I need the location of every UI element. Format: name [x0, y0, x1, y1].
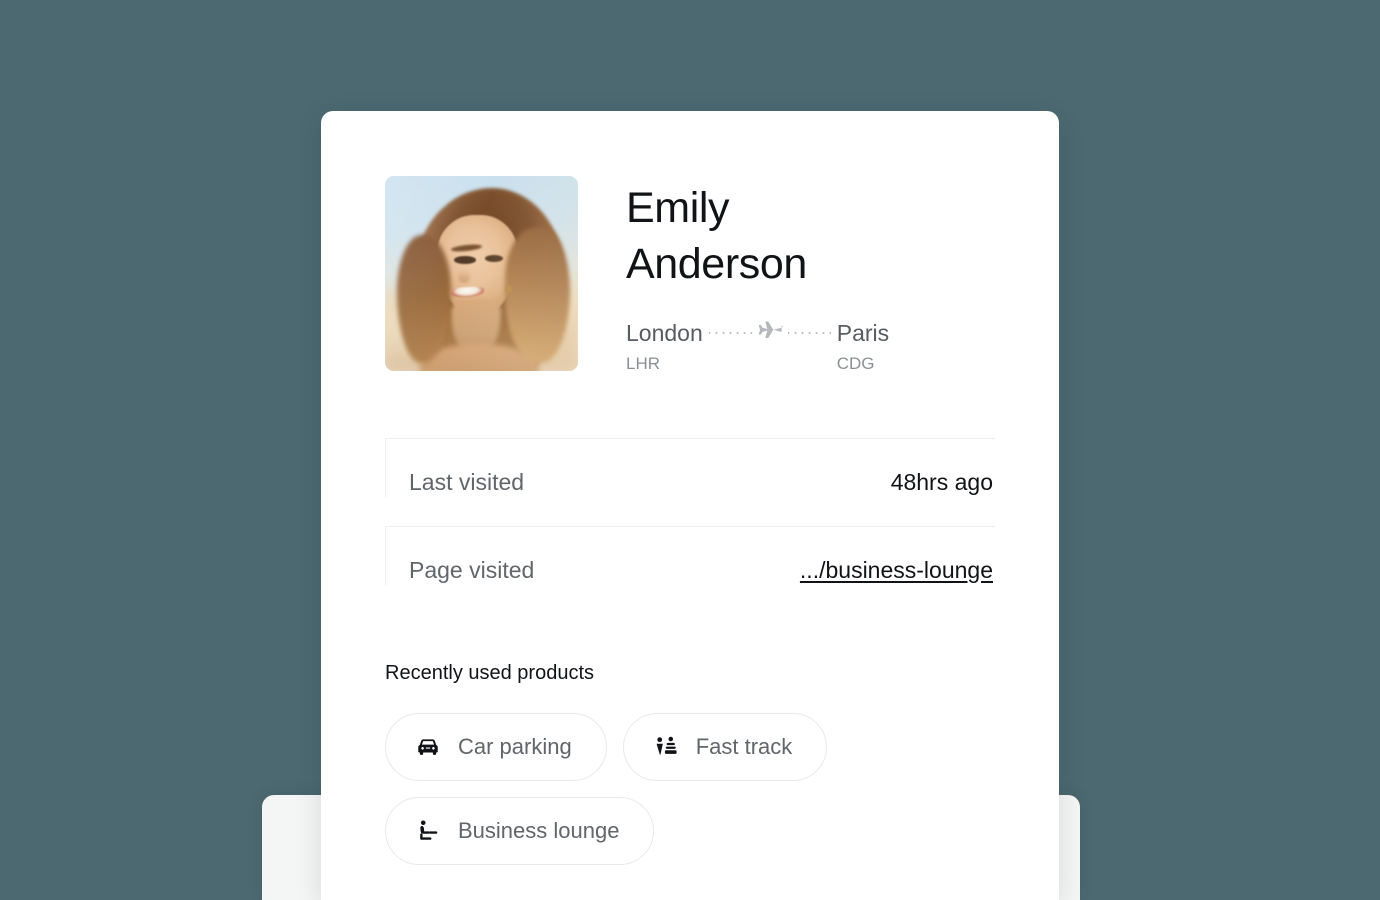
route-destination: Paris CDG: [837, 318, 889, 376]
product-chip-fast-track[interactable]: Fast track: [622, 713, 828, 781]
route-origin: London LHR: [626, 318, 703, 376]
product-chip-business-lounge[interactable]: Business lounge: [385, 797, 655, 865]
avatar: [385, 176, 578, 371]
car-icon: [414, 733, 442, 761]
destination-city: Paris: [836, 320, 890, 346]
products-title: Recently used products: [385, 662, 595, 684]
traveller-profile-card: Emily Anderson London LHR Paris CDG Last…: [321, 111, 1059, 900]
product-chip-label: Business lounge: [458, 818, 620, 843]
route-dots-left: [708, 332, 752, 334]
details-list: Last visited 48hrs ago Page visited .../…: [385, 438, 995, 614]
detail-label: Page visited: [409, 557, 535, 583]
product-chip-list: Car parking Fast track Business lounge: [385, 713, 995, 865]
card-content: Emily Anderson London LHR Paris CDG Last…: [321, 111, 1059, 865]
product-chip-label: Fast track: [695, 734, 793, 759]
detail-value: 48hrs ago: [890, 469, 993, 495]
product-chip-car-parking[interactable]: Car parking: [385, 713, 607, 781]
screen: Emily Anderson London LHR Paris CDG Last…: [0, 0, 1380, 900]
detail-row-page-visited: Page visited .../business-lounge: [385, 526, 995, 614]
page-visited-link[interactable]: .../business-lounge: [800, 557, 993, 584]
detail-row-last-visited: Last visited 48hrs ago: [385, 438, 995, 526]
identity-block: Emily Anderson London LHR Paris CDG: [626, 176, 889, 376]
flight-route: London LHR Paris CDG: [626, 318, 889, 376]
detail-label: Last visited: [409, 469, 525, 495]
destination-code: CDG: [836, 354, 875, 373]
avatar-light-wash: [385, 176, 578, 371]
route-path: [703, 318, 837, 348]
origin-code: LHR: [626, 354, 661, 373]
fast-track-people-icon: [652, 733, 680, 761]
airplane-icon: [758, 321, 783, 339]
origin-city: London: [626, 320, 703, 346]
profile-header: Emily Anderson London LHR Paris CDG: [385, 176, 995, 376]
route-dots-right: [787, 332, 831, 334]
person-name: Emily Anderson: [626, 184, 807, 288]
reclining-seat-icon: [414, 817, 442, 845]
recently-used-products: Recently used products Car parking Fast …: [385, 662, 995, 865]
product-chip-label: Car parking: [458, 734, 572, 759]
